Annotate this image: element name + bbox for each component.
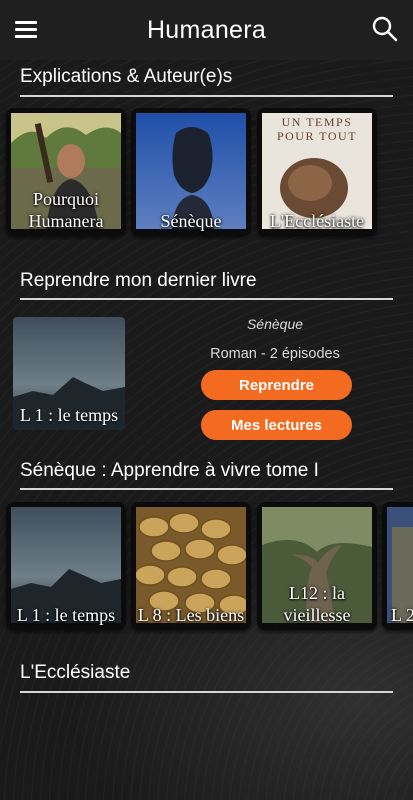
section-title-seneque: Sénèque : Apprendre à vivre tome I [20,460,319,481]
card-label: L 1 : le temps [16,605,116,625]
card-label: Pourquoi Humanera [28,189,104,231]
section-divider [20,95,393,97]
app-title: Humanera [146,15,267,44]
resume-meta: Roman - 2 épisodes [210,346,340,362]
explications-row[interactable]: Pourquoi Humanera Sénèque UN TEMPS POUR … [0,108,413,240]
thumbnail-label: L 1 : le temps [19,405,119,425]
seneque-row[interactable]: L 1 : le temps L 8 : Les biens L12 : la … [0,502,413,634]
section-divider [20,298,393,300]
section-divider [20,691,393,693]
resume-author: Sénèque [246,316,304,332]
app-bar: Humanera [0,0,413,60]
search-icon[interactable] [371,15,399,43]
resume-button[interactable]: Reprendre [201,370,352,400]
menu-icon[interactable] [15,19,37,39]
my-readings-button[interactable]: Mes lectures [201,410,352,440]
card-l2[interactable]: L 2 [382,502,413,630]
cover-title: UN TEMPS POUR TOUT [276,115,358,143]
section-divider [20,488,393,490]
card-seneque[interactable]: Sénèque [131,108,251,236]
card-label: L'Ecclésiaste [269,211,365,231]
resume-book-thumbnail[interactable]: L 1 : le temps [13,317,125,430]
card-label: L12 : la vieillesse [283,583,351,625]
card-l1-le-temps[interactable]: L 1 : le temps [6,502,126,630]
card-ecclesiaste[interactable]: UN TEMPS POUR TOUT L'Ecclésiaste [257,108,377,236]
card-pourquoi-humanera[interactable]: Pourquoi Humanera [6,108,126,236]
card-label: L 2 [391,605,413,625]
card-label: Sénèque [160,211,222,231]
section-title-explications: Explications & Auteur(e)s [20,66,233,87]
card-label: L 8 : Les biens [137,605,245,625]
section-title-ecclesiaste: L'Ecclésiaste [20,662,131,683]
section-title-resume: Reprendre mon dernier livre [20,270,257,291]
card-l12-la-vieillesse[interactable]: L12 : la vieillesse [257,502,377,630]
card-l8-les-biens[interactable]: L 8 : Les biens [131,502,251,630]
